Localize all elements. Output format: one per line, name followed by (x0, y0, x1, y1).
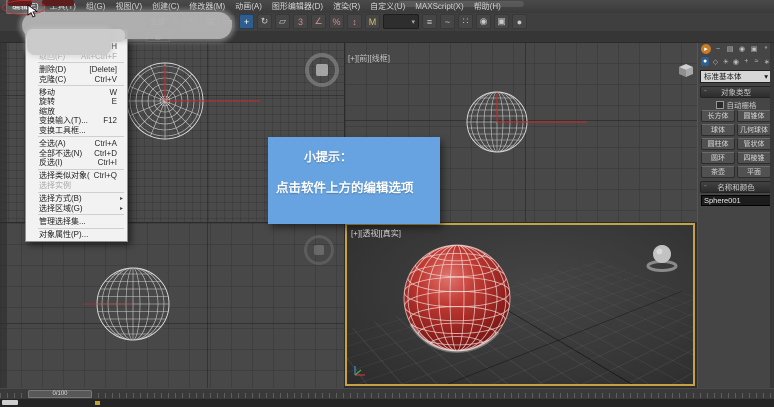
menu-item[interactable]: 反选(I)Ctrl+I (26, 158, 127, 168)
cat-shapes[interactable]: ◇ (711, 57, 719, 66)
menubar-item[interactable]: 图形编辑器(D) (267, 0, 328, 13)
highlight-annotation-ellipse (2, 0, 46, 15)
name-color-rollout[interactable]: - 名称和颜色 (700, 181, 772, 193)
panel-categories: ●◇☀◉+≈∗ (698, 55, 774, 67)
autogrid-checkbox[interactable] (716, 101, 724, 109)
cat-spacewarps[interactable]: ≈ (752, 57, 760, 66)
tab-motion[interactable]: ◉ (737, 44, 747, 54)
primitive-buttons: 长方体圆锥体球体几何球体圆柱体管状体圆环四棱锥茶壶平面 (698, 110, 774, 178)
mirror-icon[interactable]: M (365, 14, 380, 29)
object-type-rollout[interactable]: - 对象类型 (700, 86, 772, 98)
viewport-label[interactable]: [+][前][线框] (348, 53, 390, 64)
tab-create[interactable]: ▸ (701, 44, 711, 54)
primitive-button[interactable]: 管状体 (737, 138, 771, 150)
primitive-button[interactable]: 四棱锥 (737, 152, 771, 164)
cat-lights[interactable]: ☀ (722, 57, 730, 66)
snap-toggle-icon[interactable]: 3 (293, 14, 308, 29)
menu-item[interactable]: 选择区域(G)▸ (26, 203, 127, 213)
viewcube-icon[interactable] (305, 53, 339, 87)
autogrid-label: 自动栅格 (727, 100, 757, 111)
schematic-view-icon[interactable]: ∷ (458, 14, 473, 29)
select-and-move-icon[interactable]: + (239, 14, 254, 29)
named-selection-dropdown[interactable]: ▾ (383, 14, 419, 29)
chevron-down-icon: ▾ (764, 72, 768, 81)
edit-dropdown-menu: Ctrl+H取回(F)Alt+Ctrl+F删除(D)[Delete]克隆(C)C… (25, 29, 128, 242)
primitive-button[interactable]: 长方体 (701, 110, 735, 122)
collapse-icon: - (704, 181, 707, 190)
tab-display[interactable]: ▣ (749, 44, 759, 54)
align-icon[interactable]: ≡ (422, 14, 437, 29)
menu-item[interactable]: 选择实例 (26, 181, 127, 191)
move-gizmo (497, 93, 587, 122)
censored-logo (42, 0, 74, 6)
autogrid-row: 自动栅格 (698, 100, 774, 110)
primitive-button[interactable]: 几何球体 (737, 124, 771, 136)
primitive-button[interactable]: 球体 (701, 124, 735, 136)
viewport-label[interactable]: [+][透视][真实] (351, 228, 401, 239)
spinner-snap-icon[interactable]: ↕ (347, 14, 362, 29)
status-bar (0, 399, 774, 407)
ground-grid (345, 260, 695, 386)
menu-item[interactable]: 管理选择集... (26, 217, 127, 227)
mouse-cursor (27, 4, 38, 18)
object-name-input[interactable] (701, 195, 774, 206)
cat-cameras[interactable]: ◉ (732, 57, 740, 66)
viewport-left[interactable] (0, 223, 344, 388)
percent-snap-icon[interactable]: % (329, 14, 344, 29)
select-and-rotate-icon[interactable]: ↻ (257, 14, 272, 29)
render-setup-icon[interactable]: ▣ (494, 14, 509, 29)
material-editor-icon[interactable]: ◉ (476, 14, 491, 29)
viewcube-icon[interactable] (677, 62, 695, 80)
viewcube-icon[interactable] (304, 235, 334, 265)
render-icon[interactable]: ● (512, 14, 527, 29)
hint-title: 小提示： (304, 148, 432, 165)
tab-modify[interactable]: ~ (713, 44, 723, 54)
wireframe-sphere-left-view[interactable] (78, 264, 228, 344)
menubar-item[interactable]: 渲染(R) (328, 0, 365, 13)
wireframe-sphere-top-view[interactable] (120, 56, 270, 146)
tab-hierarchy[interactable]: ▤ (725, 44, 735, 54)
primitive-button[interactable]: 平面 (737, 166, 771, 178)
select-and-scale-icon[interactable]: ▱ (275, 14, 290, 29)
menu-item[interactable]: 变换工具框... (26, 126, 127, 136)
viewcube-icon[interactable] (645, 242, 679, 272)
command-panel: ▸~▤◉▣* ●◇☀◉+≈∗ 标准基本体 ▾ - 对象类型 自动栅格 长方体圆锥… (697, 42, 774, 388)
viewport-perspective-active[interactable]: [+][透视][真实] (345, 223, 695, 386)
menubar-item[interactable]: 动画(A) (230, 0, 267, 13)
hint-body: 点击软件上方的编辑选项 (276, 177, 432, 196)
primitive-type-dropdown[interactable]: 标准基本体 ▾ (700, 70, 772, 83)
time-slider[interactable]: 0/100 (28, 390, 92, 398)
menu-item[interactable]: 对象属性(P)... (26, 230, 127, 240)
status-marker (95, 401, 100, 405)
angle-snap-icon[interactable]: ∠ (311, 14, 326, 29)
cat-geometry[interactable]: ● (701, 57, 709, 66)
primitive-button[interactable]: 茶壶 (701, 166, 735, 178)
primitive-button[interactable]: 圆环 (701, 152, 735, 164)
primitive-button[interactable]: 圆柱体 (701, 138, 735, 150)
panel-scrollbar[interactable] (770, 42, 774, 388)
collapse-icon: - (704, 86, 707, 95)
viewport-left-edge (0, 42, 7, 388)
axis-tripod-icon (352, 362, 368, 378)
primitive-button[interactable]: 圆锥体 (737, 110, 771, 122)
3dsmax-window: 编辑(E)工具(T)组(G)视图(V)创建(C)修改器(M)动画(A)图形编辑器… (0, 0, 774, 407)
cat-helpers[interactable]: + (742, 57, 750, 66)
censor-blob (27, 29, 111, 55)
timeline-track-bar[interactable]: 0/100 (0, 388, 774, 399)
hint-tooltip: 小提示： 点击软件上方的编辑选项 (268, 137, 440, 224)
wireframe-sphere-front-view[interactable] (462, 87, 592, 157)
blurred-title-text (398, 1, 524, 7)
curve-editor-icon[interactable]: ~ (440, 14, 455, 29)
mini-listener[interactable] (2, 400, 18, 405)
panel-tabs: ▸~▤◉▣* (698, 42, 774, 55)
red-shaded-sphere[interactable] (401, 240, 513, 358)
menu-item[interactable]: 克隆(C)Ctrl+V (26, 74, 127, 84)
timeline-ticks (0, 393, 774, 398)
move-gizmo (165, 66, 260, 101)
